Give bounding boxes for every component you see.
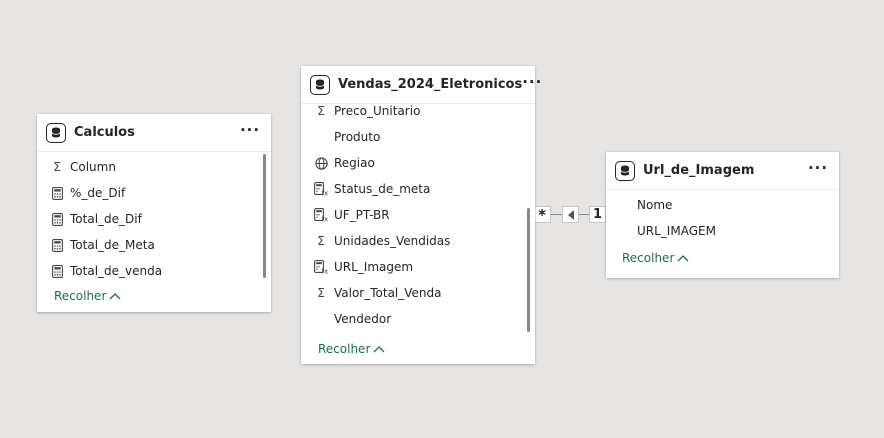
field-row[interactable]: URL_IMAGEM <box>617 218 839 244</box>
globe-icon <box>314 156 328 170</box>
table-header[interactable]: Url_de_Imagem ··· <box>606 152 839 190</box>
table-icon <box>46 122 66 143</box>
field-row[interactable]: Σ Unidades_Vendidas <box>314 228 535 254</box>
calculator-icon <box>50 238 64 252</box>
svg-text:fx: fx <box>322 216 329 223</box>
field-row[interactable]: Nome <box>617 192 839 218</box>
many-symbol: * <box>538 205 546 224</box>
table-icon <box>310 74 330 95</box>
calculator-icon <box>50 212 64 226</box>
calculated-column-icon: fx <box>314 260 328 274</box>
calculator-icon <box>50 186 64 200</box>
relationship-many-marker[interactable]: * <box>533 205 551 224</box>
field-list: Nome URL_IMAGEM <box>606 190 839 244</box>
field-list: Σ Column %_de_Dif Total_de_Dif Total_de_M… <box>37 152 271 284</box>
chevron-up-icon <box>677 255 689 262</box>
field-row[interactable]: Vendedor <box>314 306 535 332</box>
field-row[interactable]: %_de_Dif <box>50 180 271 206</box>
scrollbar[interactable] <box>527 208 530 332</box>
field-row[interactable]: fx URL_Imagem <box>314 254 535 280</box>
table-title: Vendas_2024_Eletronicos <box>338 77 523 92</box>
field-row[interactable]: Regiao <box>314 150 535 176</box>
field-row[interactable]: Total_de_Dif <box>50 206 271 232</box>
more-options-button[interactable]: ··· <box>239 123 261 140</box>
relationship-direction-marker[interactable] <box>562 206 579 223</box>
calculated-column-icon: fx <box>314 182 328 196</box>
svg-text:fx: fx <box>322 190 329 197</box>
table-header[interactable]: Calculos ··· <box>37 114 271 152</box>
field-row[interactable]: Σ Preco_Unitario <box>314 98 535 124</box>
collapse-button[interactable]: Recolher <box>301 338 535 360</box>
triangle-left-icon <box>567 209 574 220</box>
one-symbol: 1 <box>592 207 603 222</box>
chevron-up-icon <box>373 346 385 353</box>
collapse-button[interactable]: Recolher <box>606 247 839 269</box>
field-row[interactable]: Σ Valor_Total_Venda <box>314 280 535 306</box>
table-card-url-de-imagem[interactable]: Url_de_Imagem ··· Nome URL_IMAGEM Recolh… <box>606 152 839 278</box>
relationship-one-marker[interactable]: 1 <box>589 206 606 223</box>
calculated-column-icon: fx <box>314 208 328 222</box>
chevron-up-icon <box>109 293 121 300</box>
sigma-icon: Σ <box>53 160 61 174</box>
collapse-button[interactable]: Recolher <box>37 285 271 307</box>
field-row[interactable]: Total_de_Meta <box>50 232 271 258</box>
sigma-icon: Σ <box>317 286 325 300</box>
calculator-icon <box>50 264 64 278</box>
more-options-button[interactable]: ··· <box>807 161 829 178</box>
more-options-button[interactable]: ··· <box>522 75 542 92</box>
field-row[interactable]: Total_de_venda <box>50 258 271 284</box>
svg-text:fx: fx <box>322 268 329 275</box>
field-row[interactable]: Produto <box>314 124 535 150</box>
scrollbar[interactable] <box>263 154 266 278</box>
table-card-vendas-2024-eletronicos[interactable]: Vendas_2024_Eletronicos ··· Σ Preco_Unita… <box>301 66 541 364</box>
table-title: Calculos <box>74 125 135 140</box>
field-row[interactable]: fx Status_de_meta <box>314 176 535 202</box>
sigma-icon: Σ <box>317 234 325 248</box>
table-card-calculos[interactable]: Calculos ··· Σ Column %_de_Dif Total_de_D… <box>37 114 271 312</box>
field-row[interactable]: fx UF_PT-BR <box>314 202 535 228</box>
sigma-icon: Σ <box>317 104 325 118</box>
table-title: Url_de_Imagem <box>643 163 755 178</box>
table-icon <box>615 160 635 181</box>
field-list: Σ Preco_Unitario Produto Regiao fx Status_… <box>301 98 535 332</box>
field-row[interactable]: Σ Column <box>50 154 271 180</box>
